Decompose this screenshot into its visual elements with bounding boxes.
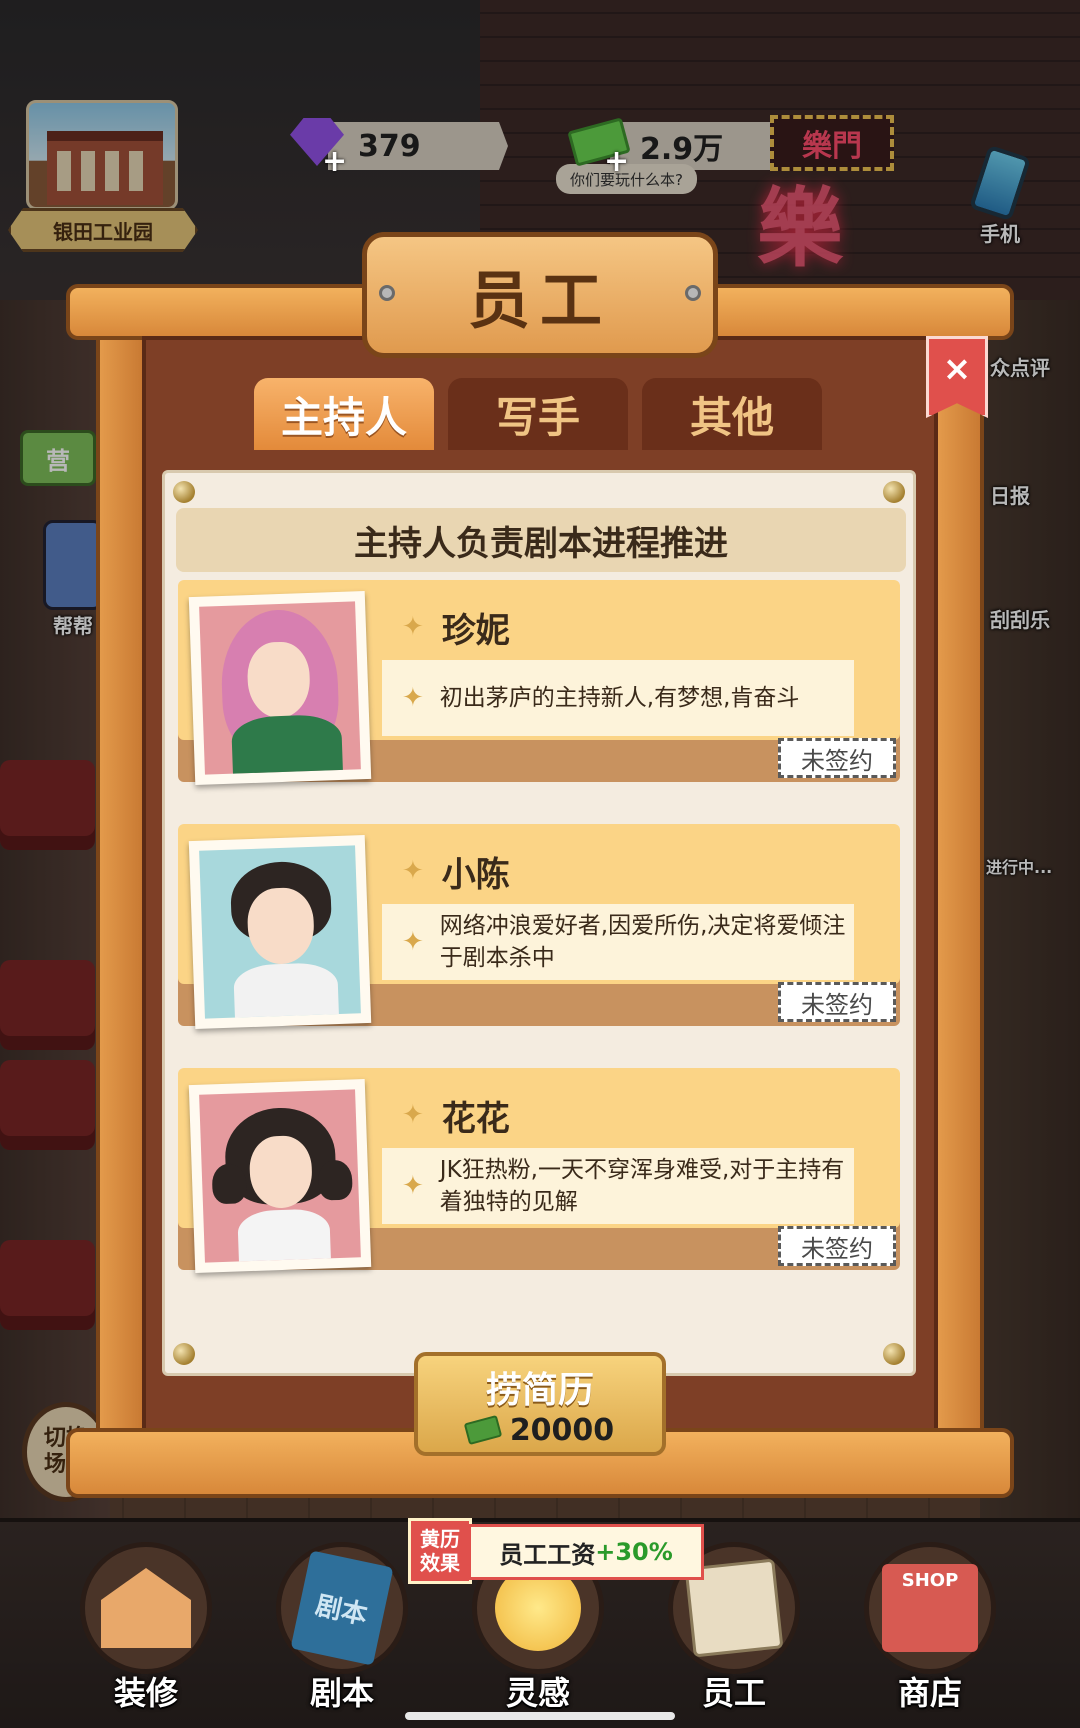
- staff-name: 花花: [441, 1098, 510, 1139]
- staff-portrait: [188, 834, 372, 1030]
- staff-card[interactable]: ✦ 小陈 ✦ 网络冲浪爱好者,因爱所伤,决定将爱倾注于剧本杀中 未签约: [178, 824, 900, 1036]
- staff-tabs: 主持人 写手 其他: [254, 378, 826, 450]
- nav-script-label: 剧本: [309, 1674, 374, 1712]
- buff-effect-value: +30%: [595, 1538, 673, 1566]
- sparkle-icon: ✦: [402, 856, 424, 886]
- pin-icon: [883, 1343, 905, 1365]
- frame-post-left: [96, 330, 146, 1450]
- panel-title: 员工: [467, 264, 612, 337]
- dark-hair-boy-portrait: [199, 845, 361, 1019]
- tab-host[interactable]: 主持人: [254, 378, 434, 450]
- staff-description: JK狂热粉,一天不穿浑身难受,对于主持有着独特的见解: [439, 1157, 845, 1215]
- cash-icon: [463, 1414, 503, 1446]
- staff-name-row: ✦ 小陈: [402, 848, 510, 895]
- staff-name: 小陈: [441, 854, 510, 895]
- pink-hair-girl-portrait: [199, 601, 361, 775]
- tab-other[interactable]: 其他: [642, 378, 822, 450]
- pin-icon: [173, 1343, 195, 1365]
- bolt-icon: [685, 285, 701, 301]
- nav-staff-label: 员工: [701, 1674, 766, 1712]
- sparkle-icon: ✦: [402, 612, 424, 642]
- staff-name: 珍妮: [441, 610, 510, 651]
- nav-decorate-label: 装修: [113, 1674, 178, 1712]
- sparkle-icon: ✦: [402, 1100, 424, 1130]
- contract-status-badge: 未签约: [778, 982, 896, 1022]
- pigtail-girl-portrait: [199, 1089, 361, 1263]
- nav-decorate[interactable]: 装修: [66, 1530, 226, 1720]
- sparkle-icon: ✦: [402, 927, 424, 957]
- sparkle-icon: ✦: [402, 683, 424, 713]
- fetch-resume-cost-value: 20000: [509, 1412, 615, 1448]
- pin-icon: [883, 481, 905, 503]
- staff-name-row: ✦ 珍妮: [402, 604, 510, 651]
- pin-icon: [173, 481, 195, 503]
- nav-shop-circle: SHOP: [864, 1542, 996, 1674]
- staff-description: 网络冲浪爱好者,因爱所伤,决定将爱倾注于剧本杀中: [439, 913, 846, 971]
- staff-portrait: [188, 590, 372, 786]
- staff-description: 初出茅庐的主持新人,有梦想,肯奋斗: [439, 685, 800, 711]
- add-gems-icon[interactable]: +: [322, 144, 347, 179]
- staff-description-row: ✦ 初出茅庐的主持新人,有梦想,肯奋斗: [382, 660, 854, 736]
- almanac-buff[interactable]: 黄历 效果 员工工资 +30%: [408, 1518, 706, 1584]
- frame-post-right: [934, 330, 984, 1450]
- contract-status-badge: 未签约: [778, 1226, 896, 1266]
- sparkle-icon: ✦: [402, 1171, 424, 1201]
- staff-description-row: ✦ JK狂热粉,一天不穿浑身难受,对于主持有着独特的见解: [382, 1148, 854, 1224]
- nav-script-circle: 剧本: [276, 1542, 408, 1674]
- staff-portrait: [188, 1078, 372, 1274]
- contract-status-badge: 未签约: [778, 738, 896, 778]
- home-indicator[interactable]: [405, 1712, 675, 1720]
- bolt-icon: [379, 285, 395, 301]
- staff-description-row: ✦ 网络冲浪爱好者,因爱所伤,决定将爱倾注于剧本杀中: [382, 904, 854, 980]
- nav-shop[interactable]: SHOP 商店: [850, 1530, 1010, 1720]
- staff-card[interactable]: ✦ 花花 ✦ JK狂热粉,一天不穿浑身难受,对于主持有着独特的见解 未签约: [178, 1068, 900, 1280]
- tab-writer[interactable]: 写手: [448, 378, 628, 450]
- nav-inspiration-label: 灵感: [505, 1674, 570, 1712]
- book-icon: 剧本: [290, 1550, 394, 1666]
- close-icon: ×: [942, 349, 972, 389]
- staff-name-row: ✦ 花花: [402, 1092, 510, 1139]
- fetch-resume-label: 捞简历: [485, 1369, 594, 1411]
- shop-icon: SHOP: [882, 1564, 978, 1652]
- almanac-tag-label: 黄历 效果: [420, 1527, 460, 1575]
- buff-effect-text: 员工工资: [499, 1540, 596, 1569]
- staff-card[interactable]: ✦ 珍妮 ✦ 初出茅庐的主持新人,有梦想,肯奋斗 未签约: [178, 580, 900, 792]
- nav-script[interactable]: 剧本 剧本: [262, 1530, 422, 1720]
- buff-effect-box: 员工工资 +30%: [468, 1524, 704, 1580]
- nav-shop-label: 商店: [897, 1674, 962, 1712]
- house-icon: [101, 1568, 191, 1648]
- panel-subtitle: 主持人负责剧本进程推进: [176, 508, 906, 572]
- nav-decorate-circle: [80, 1542, 212, 1674]
- fetch-resume-button[interactable]: 捞简历 20000: [414, 1352, 666, 1456]
- almanac-tag: 黄历 效果: [408, 1518, 472, 1584]
- add-cash-icon[interactable]: +: [604, 144, 629, 179]
- panel-title-plaque: 员工: [362, 232, 718, 358]
- fetch-resume-cost: 20000: [463, 1412, 615, 1448]
